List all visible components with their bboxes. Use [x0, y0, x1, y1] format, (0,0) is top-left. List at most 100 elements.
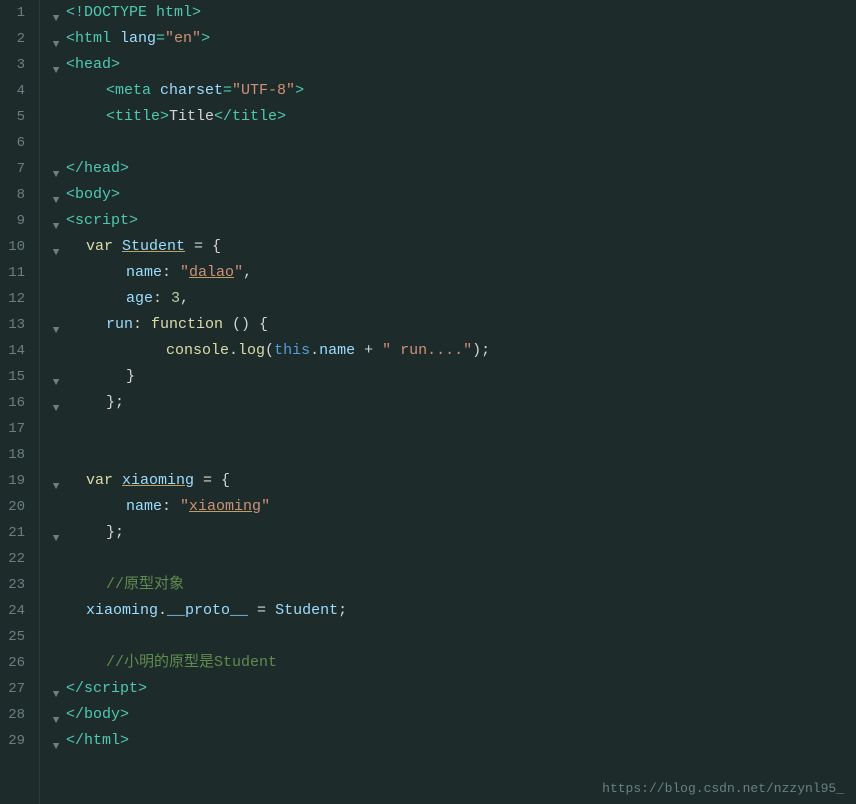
line-num-22: 22	[8, 546, 31, 572]
line-num-16: 16	[8, 390, 31, 416]
line5-open: <title>	[106, 104, 169, 130]
line-num-6: 6	[8, 130, 31, 156]
line-num-8: 8	[8, 182, 31, 208]
line11-prop: name	[126, 260, 162, 286]
line-num-13: 13	[8, 312, 31, 338]
fold-icon-15[interactable]: ▼	[48, 370, 64, 384]
line24-student: Student	[275, 598, 338, 624]
fold-icon-7[interactable]: ▼	[48, 162, 64, 176]
code-line-5: <title>Title</title>	[48, 104, 856, 130]
line-num-11: 11	[8, 260, 31, 286]
line-num-28: 28	[8, 702, 31, 728]
line24-semi: ;	[338, 598, 347, 624]
fold-icon-11	[48, 266, 64, 280]
code-editor: 1 2 3 4 5 6 7 8 9 10 11 12 13 14 15 16 1…	[0, 0, 856, 804]
line19-var: var	[86, 468, 113, 494]
line14-dot2: .	[310, 338, 319, 364]
fold-icon-22	[48, 552, 64, 566]
code-line-23: //原型对象	[48, 572, 856, 598]
line-num-4: 4	[8, 78, 31, 104]
line11-val: "dalao"	[180, 260, 243, 286]
line9-text: <script>	[66, 208, 138, 234]
line10-eq: = {	[185, 234, 221, 260]
fold-icon-27[interactable]: ▼	[48, 682, 64, 696]
fold-icon-13[interactable]: ▼	[48, 318, 64, 332]
code-line-9: ▼ <script>	[48, 208, 856, 234]
code-line-2: ▼ <html lang="en">	[48, 26, 856, 52]
line5-content: Title	[169, 104, 214, 130]
line12-prop: age	[126, 286, 153, 312]
line-num-25: 25	[8, 624, 31, 650]
line-num-7: 7	[8, 156, 31, 182]
fold-icon-2[interactable]: ▼	[48, 32, 64, 46]
line13-colon: :	[133, 312, 151, 338]
line-num-1: 1	[8, 0, 31, 26]
code-line-25	[48, 624, 856, 650]
code-line-15: ▼ }	[48, 364, 856, 390]
line24-xiaoming: xiaoming	[86, 598, 158, 624]
line13-rest: () {	[223, 312, 268, 338]
line-num-26: 26	[8, 650, 31, 676]
line19-eq: = {	[194, 468, 230, 494]
code-line-29: ▼ </html>	[48, 728, 856, 754]
line14-console: console	[166, 338, 229, 364]
code-line-14: console.log(this.name + " run....");	[48, 338, 856, 364]
code-lines: ▼ <!DOCTYPE html> ▼ <html lang="en"> ▼ <…	[40, 0, 856, 804]
line20-val: "xiaoming"	[180, 494, 270, 520]
fold-icon-14	[48, 344, 64, 358]
fold-icon-20	[48, 500, 64, 514]
fold-icon-10[interactable]: ▼	[48, 240, 64, 254]
line-num-19: 19	[8, 468, 31, 494]
line1-text: <!DOCTYPE html>	[66, 0, 201, 26]
fold-icon-8[interactable]: ▼	[48, 188, 64, 202]
line2-close: >	[201, 26, 210, 52]
line10-var: var	[86, 234, 113, 260]
line-num-10: 10	[8, 234, 31, 260]
code-line-22	[48, 546, 856, 572]
fold-icon-1[interactable]: ▼	[48, 6, 64, 20]
line-num-29: 29	[8, 728, 31, 754]
line13-prop: run	[106, 312, 133, 338]
code-line-17	[48, 416, 856, 442]
line24-proto: __proto__	[167, 598, 248, 624]
line27-text: </script>	[66, 676, 147, 702]
fold-icon-28[interactable]: ▼	[48, 708, 64, 722]
fold-icon-21[interactable]: ▼	[48, 526, 64, 540]
line-num-14: 14	[8, 338, 31, 364]
fold-icon-3[interactable]: ▼	[48, 58, 64, 72]
code-line-4: <meta charset="UTF-8">	[48, 78, 856, 104]
line14-name: name	[319, 338, 355, 364]
fold-icon-26	[48, 656, 64, 670]
line-num-12: 12	[8, 286, 31, 312]
line-num-24: 24	[8, 598, 31, 624]
code-line-12: age: 3,	[48, 286, 856, 312]
line13-func: function	[151, 312, 223, 338]
line4-close: >	[295, 78, 304, 104]
line5-close: </title>	[214, 104, 286, 130]
line14-str: " run...."	[382, 338, 472, 364]
fold-icon-24	[48, 604, 64, 618]
line24-rest: =	[248, 598, 275, 624]
fold-icon-18	[48, 448, 64, 462]
fold-icon-16[interactable]: ▼	[48, 396, 64, 410]
line4-eq: =	[223, 78, 232, 104]
line7-text: </head>	[66, 156, 129, 182]
fold-icon-29[interactable]: ▼	[48, 734, 64, 748]
code-line-26: //小明的原型是Student	[48, 650, 856, 676]
fold-icon-5	[48, 110, 64, 124]
line20-prop: name	[126, 494, 162, 520]
code-line-16: ▼ };	[48, 390, 856, 416]
line21-obj-end: };	[106, 520, 124, 546]
line12-comma: ,	[180, 286, 189, 312]
fold-icon-9[interactable]: ▼	[48, 214, 64, 228]
line14-paren: (	[265, 338, 274, 364]
code-line-10: ▼ var Student = {	[48, 234, 856, 260]
line24-dot: .	[158, 598, 167, 624]
fold-icon-19[interactable]: ▼	[48, 474, 64, 488]
line4-text: <meta	[106, 78, 160, 104]
code-line-19: ▼ var xiaoming = {	[48, 468, 856, 494]
fold-icon-23	[48, 578, 64, 592]
line-num-17: 17	[8, 416, 31, 442]
line19-space	[113, 468, 122, 494]
line14-end: );	[472, 338, 490, 364]
